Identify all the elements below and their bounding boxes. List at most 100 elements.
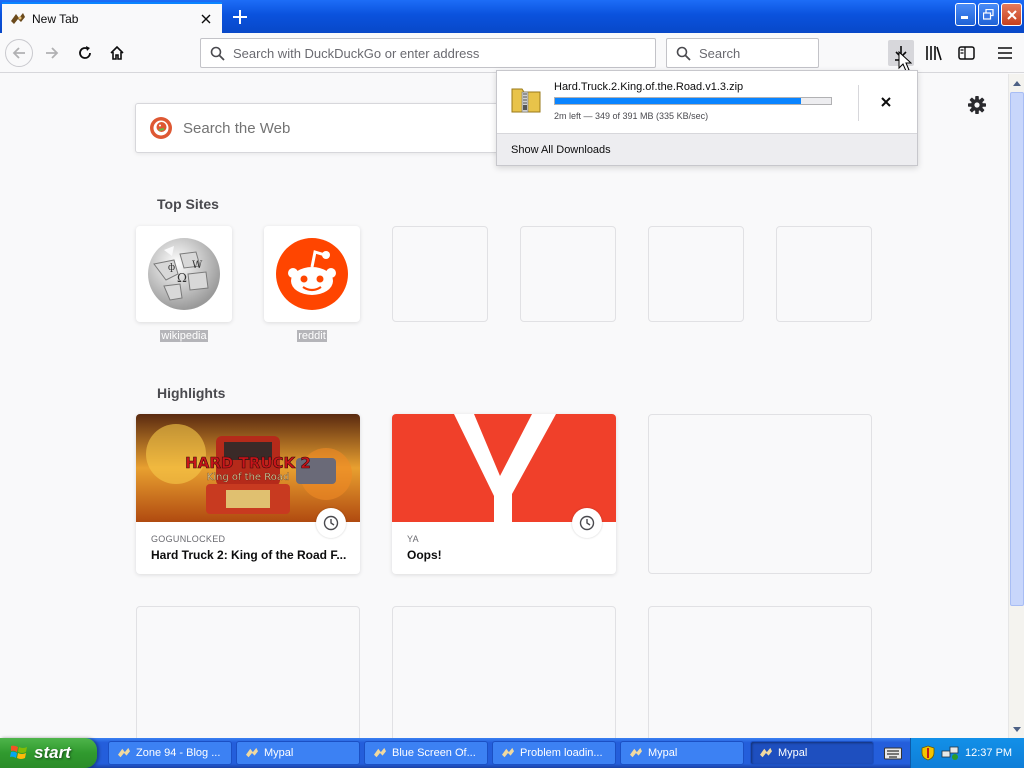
top-site-wikipedia-label: wikipedia <box>160 330 208 342</box>
arrow-right-icon <box>46 47 59 59</box>
ya-thumbnail <box>392 414 616 522</box>
tab-title: New Tab <box>32 11 79 26</box>
reload-button[interactable] <box>71 39 99 67</box>
security-shield-icon[interactable] <box>921 745 935 761</box>
scroll-down-arrow-icon[interactable] <box>1010 721 1024 737</box>
taskbar-button-active[interactable]: Mypal <box>750 741 874 765</box>
highlight-source: GOGUNLOCKED <box>151 534 226 544</box>
hard-truck-title-caption: HARD TRUCK 2 <box>185 454 311 472</box>
top-site-empty <box>776 226 872 322</box>
wikipedia-globe-icon: Ω W ф <box>148 238 220 310</box>
restore-button[interactable] <box>978 3 999 26</box>
svg-text:Ω: Ω <box>177 271 187 285</box>
highlight-card-empty <box>136 606 360 738</box>
download-progress-fill <box>555 98 802 104</box>
top-site-wikipedia[interactable]: Ω W ф <box>136 226 232 322</box>
zip-archive-icon <box>511 88 541 113</box>
mypal-app-icon <box>502 747 514 758</box>
hard-truck-thumbnail: HARD TRUCK 2 King of the Road <box>136 414 360 522</box>
highlight-card-ya[interactable]: YA Oops! <box>392 414 616 574</box>
vertical-scrollbar[interactable] <box>1008 74 1024 738</box>
close-window-button[interactable] <box>1001 3 1022 26</box>
web-search-box[interactable]: Search the Web <box>135 103 535 153</box>
menu-button[interactable] <box>992 40 1018 66</box>
navigation-toolbar: Search with DuckDuckGo or enter address … <box>0 33 1024 73</box>
download-item[interactable]: Hard.Truck.2.King.of.the.Road.v1.3.zip 2… <box>497 71 917 133</box>
restore-icon <box>983 9 994 20</box>
mypal-app-icon <box>246 747 258 758</box>
highlight-source: YA <box>407 534 419 544</box>
sidebar-button[interactable] <box>953 40 979 66</box>
show-all-downloads-button[interactable]: Show All Downloads <box>497 133 917 165</box>
minimize-icon <box>961 16 968 19</box>
top-site-empty <box>648 226 744 322</box>
highlight-title: Hard Truck 2: King of the Road F... <box>151 548 347 562</box>
system-tray: 12:37 PM <box>910 738 1024 768</box>
svg-text:W: W <box>192 260 203 271</box>
close-window-icon <box>1006 9 1017 20</box>
hard-truck-subtitle-caption: King of the Road <box>207 472 290 483</box>
sidebar-icon <box>957 46 975 60</box>
library-button[interactable] <box>921 40 947 66</box>
search-bar-placeholder: Search <box>699 45 741 61</box>
highlight-title: Oops! <box>407 548 442 562</box>
plus-icon <box>233 10 247 24</box>
top-site-empty <box>520 226 616 322</box>
mypal-favicon-icon <box>11 12 25 24</box>
duckduckgo-logo-icon <box>150 117 172 139</box>
highlight-card-empty <box>648 606 872 738</box>
top-site-reddit[interactable] <box>264 226 360 322</box>
home-icon <box>110 45 124 60</box>
arrow-left-icon <box>12 47 25 59</box>
search-icon <box>210 46 225 61</box>
minimize-button[interactable] <box>955 3 976 26</box>
gear-icon[interactable] <box>966 94 988 116</box>
top-site-empty <box>392 226 488 322</box>
address-bar-placeholder: Search with DuckDuckGo or enter address <box>233 45 480 61</box>
download-separator <box>858 85 859 121</box>
taskbar-button[interactable]: Zone 94 - Blog ... <box>108 741 232 765</box>
close-icon[interactable] <box>196 9 216 29</box>
search-bar[interactable]: Search <box>666 38 819 68</box>
download-status: 2m left — 349 of 391 MB (335 KB/sec) <box>554 111 709 121</box>
mypal-app-icon <box>118 747 130 758</box>
top-sites-heading: Top Sites <box>157 196 219 212</box>
search-icon <box>676 46 691 61</box>
highlight-card-empty <box>392 606 616 738</box>
forward-button[interactable] <box>38 39 66 67</box>
network-icon[interactable] <box>941 745 959 761</box>
close-icon <box>881 97 891 107</box>
address-bar[interactable]: Search with DuckDuckGo or enter address <box>200 38 656 68</box>
highlight-card-hard-truck[interactable]: HARD TRUCK 2 King of the Road GOGUNLOCKE… <box>136 414 360 574</box>
taskbar-button[interactable]: Mypal <box>620 741 744 765</box>
taskbar-button[interactable]: Mypal <box>236 741 360 765</box>
mypal-app-icon <box>760 747 772 758</box>
clock-icon <box>572 508 602 538</box>
window-controls <box>955 3 1022 26</box>
cancel-download-button[interactable] <box>875 91 897 113</box>
download-file-name: Hard.Truck.2.King.of.the.Road.v1.3.zip <box>554 81 744 93</box>
highlight-card-empty <box>648 414 872 574</box>
download-progress-bar <box>554 97 832 105</box>
reload-icon <box>79 46 91 59</box>
clock: 12:37 PM <box>965 747 1013 759</box>
scrollbar-thumb[interactable] <box>1010 92 1024 606</box>
back-button[interactable] <box>5 39 33 67</box>
web-search-placeholder: Search the Web <box>183 119 291 137</box>
downloads-panel: Hard.Truck.2.King.of.the.Road.v1.3.zip 2… <box>496 70 918 166</box>
show-all-downloads-label: Show All Downloads <box>511 143 611 156</box>
top-site-reddit-label: reddit <box>297 330 327 342</box>
start-label: start <box>34 743 71 762</box>
reddit-logo-icon <box>276 238 348 310</box>
keyboard-icon[interactable] <box>884 746 902 760</box>
home-button[interactable] <box>103 39 131 67</box>
taskbar-button[interactable]: Problem loadin... <box>492 741 616 765</box>
highlights-heading: Highlights <box>157 385 226 401</box>
taskbar-button[interactable]: Blue Screen Of... <box>364 741 488 765</box>
svg-text:ф: ф <box>168 263 175 273</box>
scroll-up-arrow-icon[interactable] <box>1010 75 1024 91</box>
tab-new-tab[interactable]: New Tab <box>2 2 222 33</box>
new-tab-button[interactable] <box>228 5 252 29</box>
start-button[interactable]: start <box>0 738 97 768</box>
mypal-app-icon <box>374 747 386 758</box>
